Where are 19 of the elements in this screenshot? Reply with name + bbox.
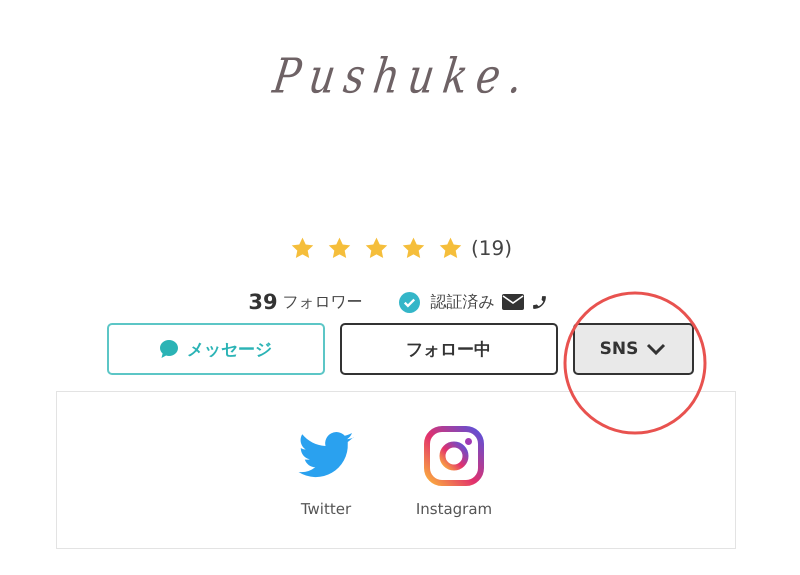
mail-icon	[502, 294, 524, 310]
sns-dropdown-button[interactable]: SNS	[572, 323, 694, 375]
star-icon	[290, 236, 315, 260]
follower-count: 39	[248, 290, 278, 314]
star-icon	[400, 236, 426, 260]
sns-link[interactable]: Instagram	[410, 426, 498, 548]
star-icon	[364, 236, 389, 260]
review-count: (19)	[470, 236, 512, 260]
chat-bubble-icon	[159, 339, 179, 359]
star-icon	[326, 236, 352, 260]
verified-label: 認証済み	[430, 292, 495, 312]
logo-text: Pushuke.	[268, 48, 536, 107]
following-button[interactable]: フォロー中	[340, 323, 558, 375]
phone-icon	[530, 294, 548, 310]
chevron-down-icon	[646, 342, 666, 356]
star-icon	[438, 236, 463, 260]
follower-label: フォロワー	[282, 292, 363, 312]
sns-link[interactable]: Twitter	[282, 426, 370, 548]
camera-icon	[424, 426, 484, 486]
